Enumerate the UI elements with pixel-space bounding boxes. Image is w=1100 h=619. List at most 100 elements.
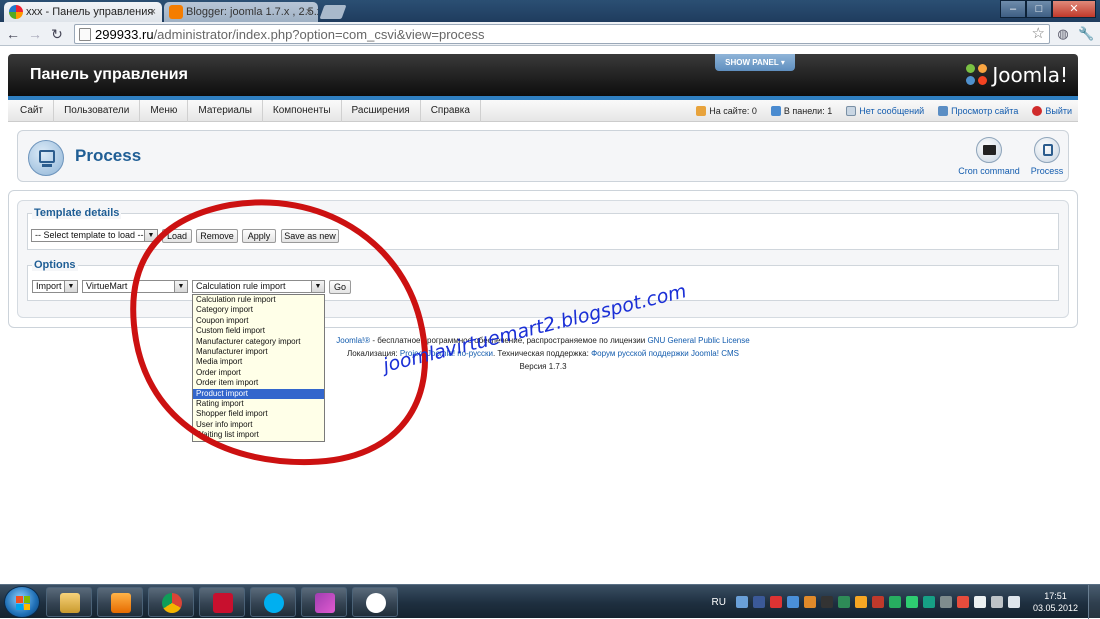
tray-icon[interactable] (753, 596, 765, 608)
reload-icon[interactable]: ↻ (48, 25, 66, 43)
tab-close-icon[interactable]: × (306, 2, 312, 22)
tray-icon[interactable] (821, 596, 833, 608)
dropdown-option[interactable]: User info import (193, 420, 324, 430)
bookmark-star-icon[interactable]: ☆ (1032, 25, 1045, 43)
dropdown-option-highlighted[interactable]: Product import (193, 389, 324, 399)
language-indicator[interactable]: RU (712, 597, 726, 608)
chevron-down-icon: ▼ (311, 281, 324, 292)
operation-select[interactable]: Calculation rule import▼ (192, 280, 325, 293)
taskbar-media-player[interactable] (97, 587, 143, 617)
tray-icon[interactable] (889, 596, 901, 608)
window-controls: – □ ✕ (1000, 0, 1096, 18)
dropdown-option[interactable]: Order import (193, 368, 324, 378)
template-select[interactable]: -- Select template to load --▼ (31, 229, 158, 242)
taskbar-adobe[interactable] (199, 587, 245, 617)
start-button[interactable] (4, 586, 40, 618)
logout-icon (1032, 106, 1042, 116)
taskbar-feather[interactable] (301, 587, 347, 617)
localization-line: Локализация: Project Joomla! по-русски. … (8, 347, 1078, 360)
media-player-icon (111, 593, 131, 613)
save-as-new-button[interactable]: Save as new (281, 229, 339, 243)
tray-icon[interactable] (957, 596, 969, 608)
menu-site[interactable]: Сайт (10, 100, 54, 122)
menu-content[interactable]: Материалы (188, 100, 263, 122)
address-bar[interactable]: 299933.ru/administrator/index.php?option… (74, 24, 1050, 44)
page-title: Process (75, 146, 141, 166)
tray-icon[interactable] (787, 596, 799, 608)
show-panel-button[interactable]: SHOW PANEL ▾ (715, 54, 795, 71)
menu-help[interactable]: Справка (421, 100, 481, 122)
admins-icon (771, 106, 781, 116)
dropdown-option[interactable]: Custom field import (193, 326, 324, 336)
new-tab-button[interactable] (319, 5, 346, 19)
dropdown-option[interactable]: Shopper field import (193, 409, 324, 419)
tray-icon[interactable] (804, 596, 816, 608)
tab-joomla-admin[interactable]: xxx - Панель управления × (4, 2, 162, 22)
tray-icon[interactable] (838, 596, 850, 608)
gpl-link[interactable]: GNU General Public License (647, 336, 749, 345)
cron-command-button[interactable]: Cron command (954, 137, 1024, 176)
tray-icon[interactable] (991, 596, 1003, 608)
menu-users[interactable]: Пользователи (54, 100, 140, 122)
component-select[interactable]: VirtueMart▼ (82, 280, 188, 293)
dropdown-option[interactable]: Media import (193, 357, 324, 367)
chevron-down-icon: ▼ (64, 281, 77, 292)
tray-icon[interactable] (736, 596, 748, 608)
tray-icon[interactable] (855, 596, 867, 608)
apply-button[interactable]: Apply (242, 229, 276, 243)
view-site-link[interactable]: Просмотр сайта (938, 106, 1018, 116)
dropdown-option[interactable]: Calculation rule import (193, 295, 324, 305)
menu-components[interactable]: Компоненты (263, 100, 342, 122)
chrome-icon (162, 593, 182, 613)
menu-menus[interactable]: Меню (140, 100, 188, 122)
forward-arrow-icon[interactable]: → (26, 25, 44, 43)
back-arrow-icon[interactable]: ← (4, 25, 22, 43)
dropdown-option[interactable]: Rating import (193, 399, 324, 409)
taskbar-info[interactable] (352, 587, 398, 617)
page-icon (79, 28, 91, 41)
messages-link[interactable]: Нет сообщений (846, 106, 924, 116)
clock[interactable]: 17:51 03.05.2012 (1033, 590, 1078, 614)
admin-menubar: Сайт Пользователи Меню Материалы Компоне… (8, 100, 1078, 122)
tab-blogger[interactable]: Blogger: joomla 1.7.x , 2.5.x × (164, 2, 318, 22)
dropdown-option[interactable]: Order item import (193, 378, 324, 388)
show-desktop-button[interactable] (1088, 585, 1100, 619)
remove-button[interactable]: Remove (196, 229, 238, 243)
dropdown-option[interactable]: Manufacturer import (193, 347, 324, 357)
taskbar-chrome[interactable] (148, 587, 194, 617)
localization-link[interactable]: Project Joomla! по-русски (400, 349, 493, 358)
tray-icon[interactable] (923, 596, 935, 608)
joomla-link[interactable]: Joomla!® (336, 336, 370, 345)
dropdown-option[interactable]: Category import (193, 305, 324, 315)
volume-icon[interactable] (1008, 596, 1020, 608)
tray-icon[interactable] (974, 596, 986, 608)
options-legend: Options (32, 259, 78, 271)
tab-close-icon[interactable]: × (150, 2, 156, 22)
skype-icon (264, 593, 284, 613)
extension-icon[interactable]: ◍ (1055, 26, 1071, 42)
tray-icon[interactable] (770, 596, 782, 608)
support-forum-link[interactable]: Форум русской поддержки Joomla! CMS (591, 349, 739, 358)
tray-icon[interactable] (906, 596, 918, 608)
maximize-button[interactable]: □ (1026, 0, 1052, 18)
go-button[interactable]: Go (329, 280, 351, 294)
status-on-site: На сайте: 0 (696, 106, 757, 116)
blogger-favicon-icon (169, 5, 183, 19)
wrench-icon[interactable]: 🔧 (1078, 26, 1094, 42)
taskbar-explorer[interactable] (46, 587, 92, 617)
menu-extensions[interactable]: Расширения (342, 100, 421, 122)
minimize-button[interactable]: – (1000, 0, 1026, 18)
operation-dropdown-list: Calculation rule import Category import … (192, 294, 325, 442)
load-button[interactable]: Load (162, 229, 192, 243)
tab-label: xxx - Панель управления (26, 6, 153, 18)
dropdown-option[interactable]: Waiting list import (193, 430, 324, 440)
close-window-button[interactable]: ✕ (1052, 0, 1096, 18)
tray-icon[interactable] (940, 596, 952, 608)
dropdown-option[interactable]: Coupon import (193, 316, 324, 326)
dropdown-option[interactable]: Manufacturer category import (193, 337, 324, 347)
logout-link[interactable]: Выйти (1032, 106, 1072, 116)
process-button[interactable]: Process (1030, 137, 1064, 176)
taskbar-skype[interactable] (250, 587, 296, 617)
tray-icon[interactable] (872, 596, 884, 608)
action-select[interactable]: Import▼ (32, 280, 78, 293)
